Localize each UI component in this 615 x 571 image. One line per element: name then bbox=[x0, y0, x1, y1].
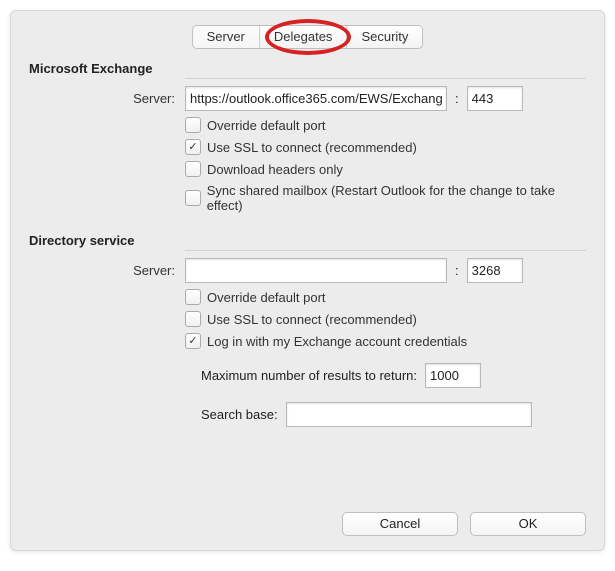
search-base-label: Search base: bbox=[201, 407, 278, 422]
dialog-content: Microsoft Exchange Server: : Override de… bbox=[29, 11, 586, 427]
directory-port-input[interactable] bbox=[467, 258, 523, 283]
ok-button[interactable]: OK bbox=[470, 512, 586, 536]
checkbox-exchange-override-port[interactable] bbox=[185, 117, 201, 133]
tab-bar: Server Delegates Security bbox=[192, 25, 424, 49]
search-base-input[interactable] bbox=[286, 402, 532, 427]
tab-server[interactable]: Server bbox=[193, 26, 259, 48]
exchange-port-input[interactable] bbox=[467, 86, 523, 111]
tab-security[interactable]: Security bbox=[346, 26, 422, 48]
label-exchange-headers-only: Download headers only bbox=[207, 162, 343, 177]
label-exchange-override-port: Override default port bbox=[207, 118, 326, 133]
checkbox-exchange-sync-shared[interactable] bbox=[185, 190, 201, 206]
dialog-footer: Cancel OK bbox=[342, 512, 586, 536]
directory-server-input[interactable] bbox=[185, 258, 447, 283]
checkbox-directory-override-port[interactable] bbox=[185, 289, 201, 305]
label-exchange-ssl: Use SSL to connect (recommended) bbox=[207, 140, 417, 155]
cancel-button[interactable]: Cancel bbox=[342, 512, 458, 536]
colon-separator: : bbox=[453, 263, 461, 278]
directory-server-label: Server: bbox=[29, 263, 185, 278]
max-results-input[interactable] bbox=[425, 363, 481, 388]
section-title-directory: Directory service bbox=[29, 233, 586, 248]
label-directory-override-port: Override default port bbox=[207, 290, 326, 305]
section-title-exchange: Microsoft Exchange bbox=[29, 61, 586, 76]
label-exchange-sync-shared: Sync shared mailbox (Restart Outlook for… bbox=[207, 183, 586, 213]
checkbox-exchange-ssl[interactable] bbox=[185, 139, 201, 155]
max-results-label: Maximum number of results to return: bbox=[201, 368, 417, 383]
checkbox-directory-ssl[interactable] bbox=[185, 311, 201, 327]
exchange-server-label: Server: bbox=[29, 91, 185, 106]
label-directory-ssl: Use SSL to connect (recommended) bbox=[207, 312, 417, 327]
tab-delegates[interactable]: Delegates bbox=[259, 26, 347, 48]
checkbox-directory-login-exchange[interactable] bbox=[185, 333, 201, 349]
account-settings-dialog: Server Delegates Security Microsoft Exch… bbox=[10, 10, 605, 551]
colon-separator: : bbox=[453, 91, 461, 106]
checkbox-exchange-headers-only[interactable] bbox=[185, 161, 201, 177]
exchange-server-input[interactable] bbox=[185, 86, 447, 111]
label-directory-login-exchange: Log in with my Exchange account credenti… bbox=[207, 334, 467, 349]
